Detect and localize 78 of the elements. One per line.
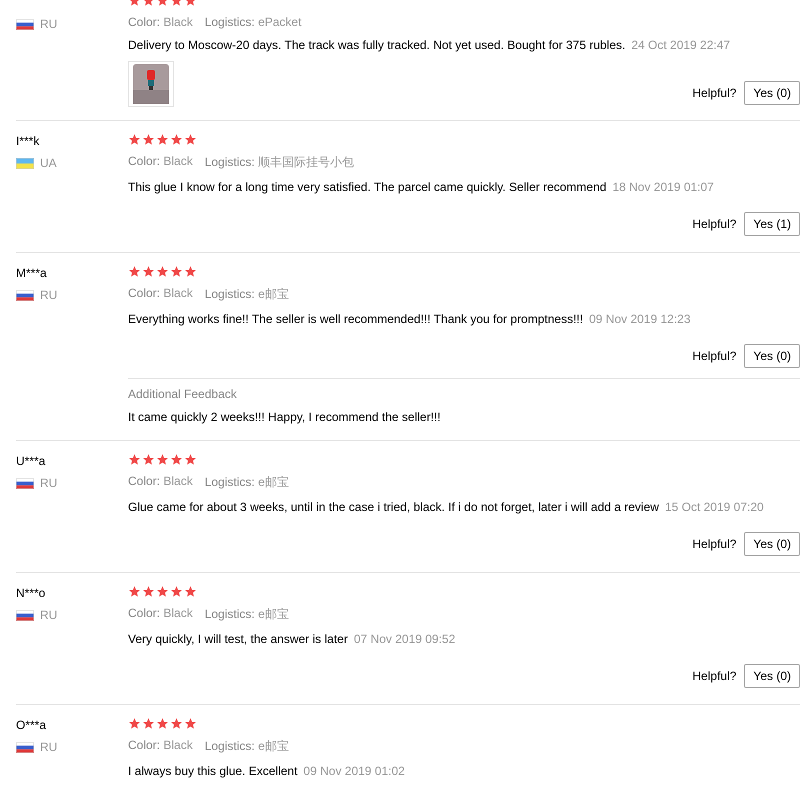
reviewer-name: I***k [16, 134, 40, 148]
logistics-attribute: Logistics: ePacket [204, 15, 302, 29]
country-code: RU [40, 476, 58, 490]
flag-icon [16, 18, 34, 30]
review-text: Everything works fine!! The seller is well recommended!!! Thank you for promptness!!! [128, 312, 584, 326]
review-date: 18 Nov 2019 01:07 [612, 180, 714, 194]
color-attribute: Color: Black [128, 606, 193, 622]
review-date: 15 Oct 2019 07:20 [664, 500, 764, 514]
helpful-yes-button[interactable]: Yes (0) [744, 532, 800, 556]
review-text: Delivery to Moscow-20 days. The track was fully tracked. Not yet used. Bought for 375 rubles. [128, 38, 626, 52]
color-attribute: Color: Black [128, 154, 193, 170]
star-icon [184, 133, 197, 146]
star-icon [128, 133, 141, 146]
helpful-label: Helpful? [692, 217, 736, 231]
color-attribute: Color: Black [128, 474, 193, 490]
country-code: UA [40, 156, 57, 170]
logistics-attribute: Logistics: e邮宝 [204, 474, 289, 491]
country-code: RU [40, 17, 58, 31]
helpful-label: Helpful? [692, 86, 736, 100]
logistics-attribute: Logistics: e邮宝 [204, 286, 289, 303]
color-attribute: Color: Black [128, 286, 193, 302]
country-code: RU [40, 608, 58, 622]
star-icon [128, 265, 141, 278]
star-icon [142, 453, 155, 466]
additional-feedback-text: It came quickly 2 weeks!!! Happy, I recommend the seller!!! [128, 410, 442, 424]
star-icon [142, 585, 155, 598]
flag-icon [16, 290, 34, 300]
flag-icon [16, 478, 34, 488]
star-icon [128, 717, 141, 730]
country-code: RU [40, 288, 58, 302]
star-icon [142, 717, 155, 730]
logistics-attribute: Logistics: 顺丰国际挂号小包 [204, 154, 354, 171]
star-icon [156, 453, 169, 466]
star-icon [184, 585, 197, 598]
review-date: 09 Nov 2019 01:02 [303, 764, 405, 778]
helpful-yes-button[interactable]: Yes (1) [744, 212, 800, 236]
helpful-label: Helpful? [692, 537, 736, 551]
star-icon [128, 585, 141, 598]
review-text: This glue I know for a long time very satisfied. The parcel came quickly. Seller recommend [128, 180, 606, 194]
review-text: Glue came for about 3 weeks, until in the case i tried, black. If i do not forget, later i will add a review [128, 500, 659, 514]
star-icon [184, 453, 197, 466]
review-date: 24 Oct 2019 22:47 [631, 38, 730, 52]
review-date: 07 Nov 2019 09:52 [354, 632, 456, 646]
country-code: RU [40, 740, 58, 754]
logistics-attribute: Logistics: e邮宝 [204, 738, 289, 755]
star-icon [184, 717, 197, 730]
reviewer-name: U***a [16, 454, 46, 468]
star-icon [170, 133, 183, 146]
star-icon [170, 717, 183, 730]
helpful-label: Helpful? [692, 669, 736, 683]
review-date: 09 Nov 2019 12:23 [589, 312, 691, 326]
flag-icon [16, 610, 34, 620]
star-icon [142, 265, 155, 278]
helpful-yes-button[interactable]: Yes (0) [744, 81, 800, 105]
star-icon [156, 265, 169, 278]
helpful-label: Helpful? [692, 349, 736, 363]
reviewer-name: M***a [16, 266, 48, 280]
star-icon [170, 453, 183, 466]
reviewer-name: O***a [16, 718, 48, 732]
color-attribute: Color: Black [128, 738, 193, 754]
color-attribute: Color: Black [128, 15, 193, 29]
flag-icon [16, 158, 34, 168]
star-icon [170, 585, 183, 598]
helpful-yes-button[interactable]: Yes (0) [744, 344, 800, 368]
review-text: Very quickly, I will test, the answer is later [128, 632, 348, 646]
star-icon [184, 265, 197, 278]
star-icon [156, 133, 169, 146]
additional-feedback-title: Additional Feedback [128, 387, 238, 401]
logistics-attribute: Logistics: e邮宝 [204, 606, 289, 623]
star-icon [128, 453, 141, 466]
star-icon [142, 133, 155, 146]
reviewer-name: N***o [16, 586, 46, 600]
flag-icon [16, 742, 34, 752]
review-text: I always buy this glue. Excellent [128, 764, 298, 778]
helpful-yes-button[interactable]: Yes (0) [744, 664, 800, 688]
star-icon [156, 717, 169, 730]
star-icon [156, 585, 169, 598]
star-icon [170, 265, 183, 278]
